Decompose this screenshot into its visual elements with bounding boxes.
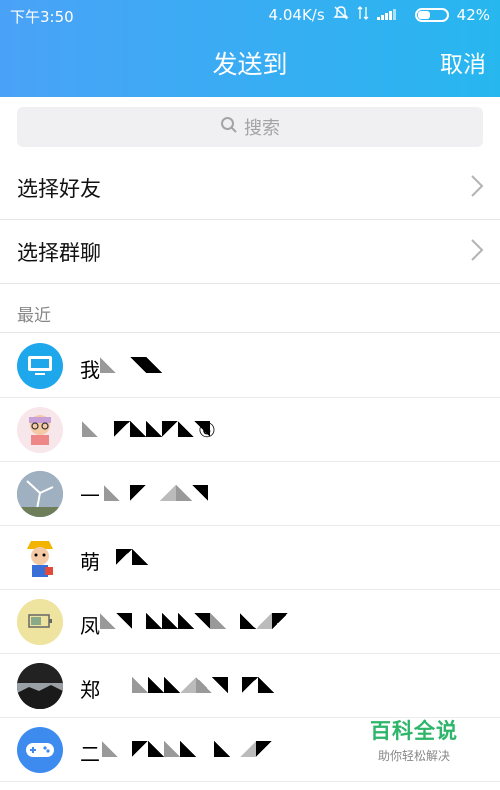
- redacted-text: [100, 604, 288, 638]
- redacted-text: [100, 348, 162, 382]
- contact-row[interactable]: ⑥: [0, 398, 500, 462]
- night-photo-avatar: [17, 663, 63, 709]
- watermark-sub: 助你轻松解决: [377, 749, 450, 763]
- computer-avatar-icon: [17, 343, 63, 389]
- search-placeholder: 搜索: [244, 118, 280, 139]
- redacted-text: [132, 668, 274, 702]
- cancel-button[interactable]: 取消: [440, 45, 486, 79]
- windmill-photo-avatar: [17, 471, 63, 517]
- chevron-right-icon: [470, 237, 484, 270]
- recent-section-header: 最近: [0, 285, 500, 333]
- contact-row[interactable]: 我: [0, 334, 500, 398]
- status-bar: 下午3:50 4.04K/s 42%: [0, 0, 500, 30]
- signal-icon: [376, 5, 407, 25]
- search-input[interactable]: 搜索: [17, 107, 483, 147]
- select-friends-label: 选择好友: [17, 177, 101, 201]
- contact-name: 凤: [80, 614, 100, 638]
- watermark-logo: 百科全说 助你轻松解决: [364, 715, 464, 764]
- recent-label: 最近: [17, 306, 51, 326]
- redacted-text: [104, 476, 208, 510]
- top-header: 下午3:50 4.04K/s 42% 发送到 取消: [0, 0, 500, 97]
- network-speed: 4.04K/s: [268, 6, 325, 24]
- cartoon-boy-avatar: [17, 535, 63, 581]
- contact-name: 郑: [80, 678, 100, 702]
- battery-icon: [414, 8, 449, 22]
- watermark-main: 百科全说: [370, 719, 458, 743]
- status-indicators: 4.04K/s 42%: [269, 5, 490, 25]
- select-groups-label: 选择群聊: [17, 241, 101, 265]
- contact-name: 我: [80, 358, 100, 382]
- redacted-text: [116, 540, 148, 574]
- search-area: 搜索: [0, 97, 500, 157]
- contact-row[interactable]: 郑: [0, 654, 500, 718]
- page-title: 发送到: [212, 50, 288, 79]
- mute-bell-icon: [332, 5, 349, 25]
- status-time: 下午3:50: [10, 8, 74, 26]
- contact-row[interactable]: 凤: [0, 590, 500, 654]
- redacted-text: [82, 412, 210, 446]
- gamepad-avatar-icon: [17, 727, 63, 773]
- contact-row[interactable]: 萌: [0, 526, 500, 590]
- contact-name: 二: [80, 742, 100, 766]
- select-groups-row[interactable]: 选择群聊: [0, 221, 500, 284]
- battery-percent: 42%: [456, 6, 490, 24]
- battery-drawing-avatar: [17, 599, 63, 645]
- data-transfer-icon: [357, 5, 369, 25]
- chevron-right-icon: [470, 173, 484, 206]
- contact-name: —: [80, 482, 100, 506]
- contact-row[interactable]: —: [0, 462, 500, 526]
- cartoon-girl-avatar: [17, 407, 63, 453]
- select-friends-row[interactable]: 选择好友: [0, 157, 500, 220]
- search-icon: [220, 116, 238, 139]
- redacted-text: [102, 732, 272, 766]
- contact-name: 萌: [80, 550, 100, 574]
